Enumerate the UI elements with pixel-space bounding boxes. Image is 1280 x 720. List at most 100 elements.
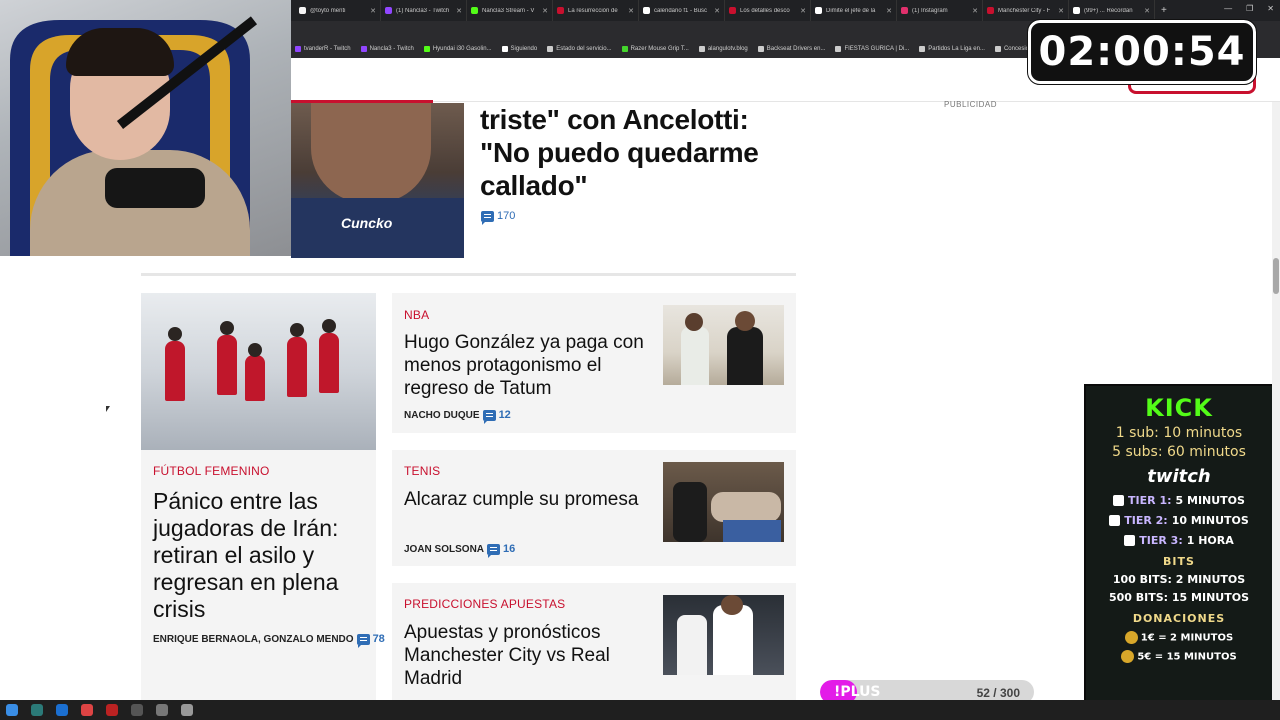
twitch-logo: twitch (1147, 466, 1211, 487)
big-card-authors[interactable]: ENRIQUE BERNAOLA, GONZALO MENDO (153, 634, 354, 645)
minimize-icon[interactable]: — (1224, 4, 1232, 13)
tab-close-icon[interactable]: ✕ (1058, 7, 1064, 15)
chrome-icon[interactable] (31, 704, 43, 716)
app-icon[interactable] (131, 704, 143, 716)
big-card-headline[interactable]: Pánico entre las jugadoras de Irán: reti… (153, 488, 373, 623)
subathon-timer: 02:00:54 (1027, 19, 1257, 85)
big-card-comment-count[interactable]: 78 (356, 633, 385, 648)
hero-image[interactable]: Cuncko (291, 103, 464, 258)
tab-favicon-icon (1073, 7, 1080, 14)
comment-icon (356, 633, 370, 648)
hero-comment-count[interactable]: 170 (481, 210, 515, 225)
bookmark-favicon-icon (295, 46, 301, 52)
tab-close-icon[interactable]: ✕ (714, 7, 720, 15)
tab-close-icon[interactable]: ✕ (800, 7, 806, 15)
kick-sub1-rule: 1 sub: 10 minutos (1115, 425, 1243, 441)
bookmark-item[interactable]: Nancla3 - Twitch (360, 46, 414, 52)
app-icon[interactable] (181, 704, 193, 716)
app-icon[interactable] (106, 704, 118, 716)
tab-close-icon[interactable]: ✕ (628, 7, 634, 15)
app-icon[interactable] (81, 704, 93, 716)
browser-tab[interactable]: La resurrección de ✕ (553, 0, 639, 21)
tab-list: @toyto menti ✕ (1) Nancla3 - Twitch ✕ Nancla… (295, 0, 1155, 21)
tab-close-icon[interactable]: ✕ (1144, 7, 1150, 15)
restore-icon[interactable]: ❐ (1246, 4, 1253, 13)
bookmark-label: Backseat Drivers en... (766, 46, 826, 52)
card-kicker[interactable]: TENIS (404, 464, 440, 478)
bookmark-label: Razer Mouse Grip T... (630, 46, 689, 52)
card-kicker[interactable]: PREDICCIONES APUESTAS (404, 597, 565, 611)
start-icon[interactable] (6, 704, 18, 716)
tab-close-icon[interactable]: ✕ (542, 7, 548, 15)
figure (319, 333, 339, 393)
bookmark-item[interactable]: alangulotv.blog (698, 46, 748, 52)
card-kicker[interactable]: NBA (404, 308, 429, 322)
card-thumbnail[interactable] (663, 462, 784, 542)
tab-close-icon[interactable]: ✕ (370, 7, 376, 15)
news-card-nba[interactable]: NBA Hugo González ya paga con menos prot… (392, 293, 796, 433)
subathon-rules-panel: KICK 1 sub: 10 minutos 5 subs: 60 minuto… (1084, 384, 1274, 716)
tab-close-icon[interactable]: ✕ (972, 7, 978, 15)
tab-close-icon[interactable]: ✕ (456, 7, 462, 15)
bed (723, 520, 781, 542)
browser-tab[interactable]: Nancla3 Stream - V ✕ (467, 0, 553, 21)
card-comment-count[interactable]: 12 (482, 409, 511, 424)
tab-favicon-icon (299, 7, 306, 14)
card-headline[interactable]: Apuestas y pronósticos Manchester City v… (404, 621, 652, 690)
bookmark-label: Hyundai i30 Gasolin... (432, 46, 492, 52)
tier-rule: TIER 3: 1 HORA (1086, 534, 1272, 547)
page-scrollbar[interactable] (1272, 102, 1280, 700)
tier-list: TIER 1: 5 MINUTOS TIER 2: 10 MINUTOS TIER 3:… (1086, 494, 1272, 547)
tier-value: 1 HORA (1186, 534, 1234, 547)
bookmark-item[interactable]: Razer Mouse Grip T... (621, 46, 689, 52)
tab-title: Nancla3 Stream - V (482, 7, 535, 14)
card-thumbnail[interactable] (663, 595, 784, 675)
news-card-apuestas[interactable]: PREDICCIONES APUESTAS Apuestas y pronóst… (392, 583, 796, 700)
bookmark-favicon-icon (423, 46, 430, 52)
donations-title: DONACIONES (1132, 612, 1226, 625)
comment-icon (487, 543, 501, 558)
bookmark-item[interactable]: Partidos La Liga en... (919, 46, 985, 52)
bookmark-item[interactable]: Hyundai i30 Gasolin... (423, 46, 492, 52)
app-icon[interactable] (156, 704, 168, 716)
bookmark-item[interactable]: Estado del servicio... (547, 46, 612, 52)
browser-tab[interactable]: (1) Instagram ✕ (897, 0, 983, 21)
card-headline[interactable]: Hugo González ya paga con menos protagon… (404, 331, 652, 400)
os-taskbar (0, 700, 1280, 720)
scrollbar-thumb[interactable] (1273, 258, 1279, 294)
browser-tab[interactable]: Manchester City - F ✕ (983, 0, 1069, 21)
close-icon[interactable]: ✕ (1267, 4, 1274, 13)
browser-tab[interactable]: Los detalles desco ✕ (725, 0, 811, 21)
tab-favicon-icon (385, 7, 392, 14)
player-head (685, 313, 703, 331)
browser-tab[interactable]: @toyto menti ✕ (295, 0, 381, 21)
player-figure (681, 327, 709, 385)
bookmark-item[interactable]: tvanderR - Twitch (295, 46, 351, 52)
steam-icon[interactable] (56, 704, 68, 716)
bookmark-item[interactable]: FIESTAS GURICA | Di... (835, 46, 909, 52)
browser-tab[interactable]: (99+) ... Recordan ✕ (1069, 0, 1155, 21)
big-card-kicker[interactable]: FÚTBOL FEMENINO (153, 464, 270, 478)
big-card-image[interactable] (141, 293, 376, 450)
browser-tab[interactable]: Dimite el jefe de la ✕ (811, 0, 897, 21)
card-thumbnail[interactable] (663, 305, 784, 385)
card-author[interactable]: NACHO DUQUE (404, 410, 480, 421)
twitch-sub-icon (1113, 495, 1125, 506)
tab-title: (1) Instagram (912, 7, 948, 14)
news-card-tenis[interactable]: TENIS Alcaraz cumple su promesa JOAN SOL… (392, 450, 796, 566)
tab-close-icon[interactable]: ✕ (886, 7, 892, 15)
hero-headline[interactable]: triste" con Ancelotti: "No puedo quedarm… (480, 103, 790, 202)
card-comment-count[interactable]: 16 (487, 543, 515, 558)
tier-label: TIER 2: (1124, 514, 1168, 527)
browser-tab[interactable]: (1) Nancla3 - Twitch ✕ (381, 0, 467, 21)
new-tab-button[interactable]: + (1161, 5, 1167, 16)
bookmark-item[interactable]: Siguiendo (501, 46, 537, 52)
tab-favicon-icon (901, 7, 908, 14)
bookmark-item[interactable]: Backseat Drivers en... (757, 46, 826, 52)
browser-tab[interactable]: calendario f1 - Busc ✕ (639, 0, 725, 21)
bookmark-favicon-icon (621, 46, 628, 52)
card-headline[interactable]: Alcaraz cumple su promesa (404, 488, 652, 511)
browser-tab-strip: @toyto menti ✕ (1) Nancla3 - Twitch ✕ Nancla… (291, 0, 1280, 21)
card-author[interactable]: JOAN SOLSONA (404, 544, 484, 555)
tier-label: TIER 1: (1128, 494, 1172, 507)
